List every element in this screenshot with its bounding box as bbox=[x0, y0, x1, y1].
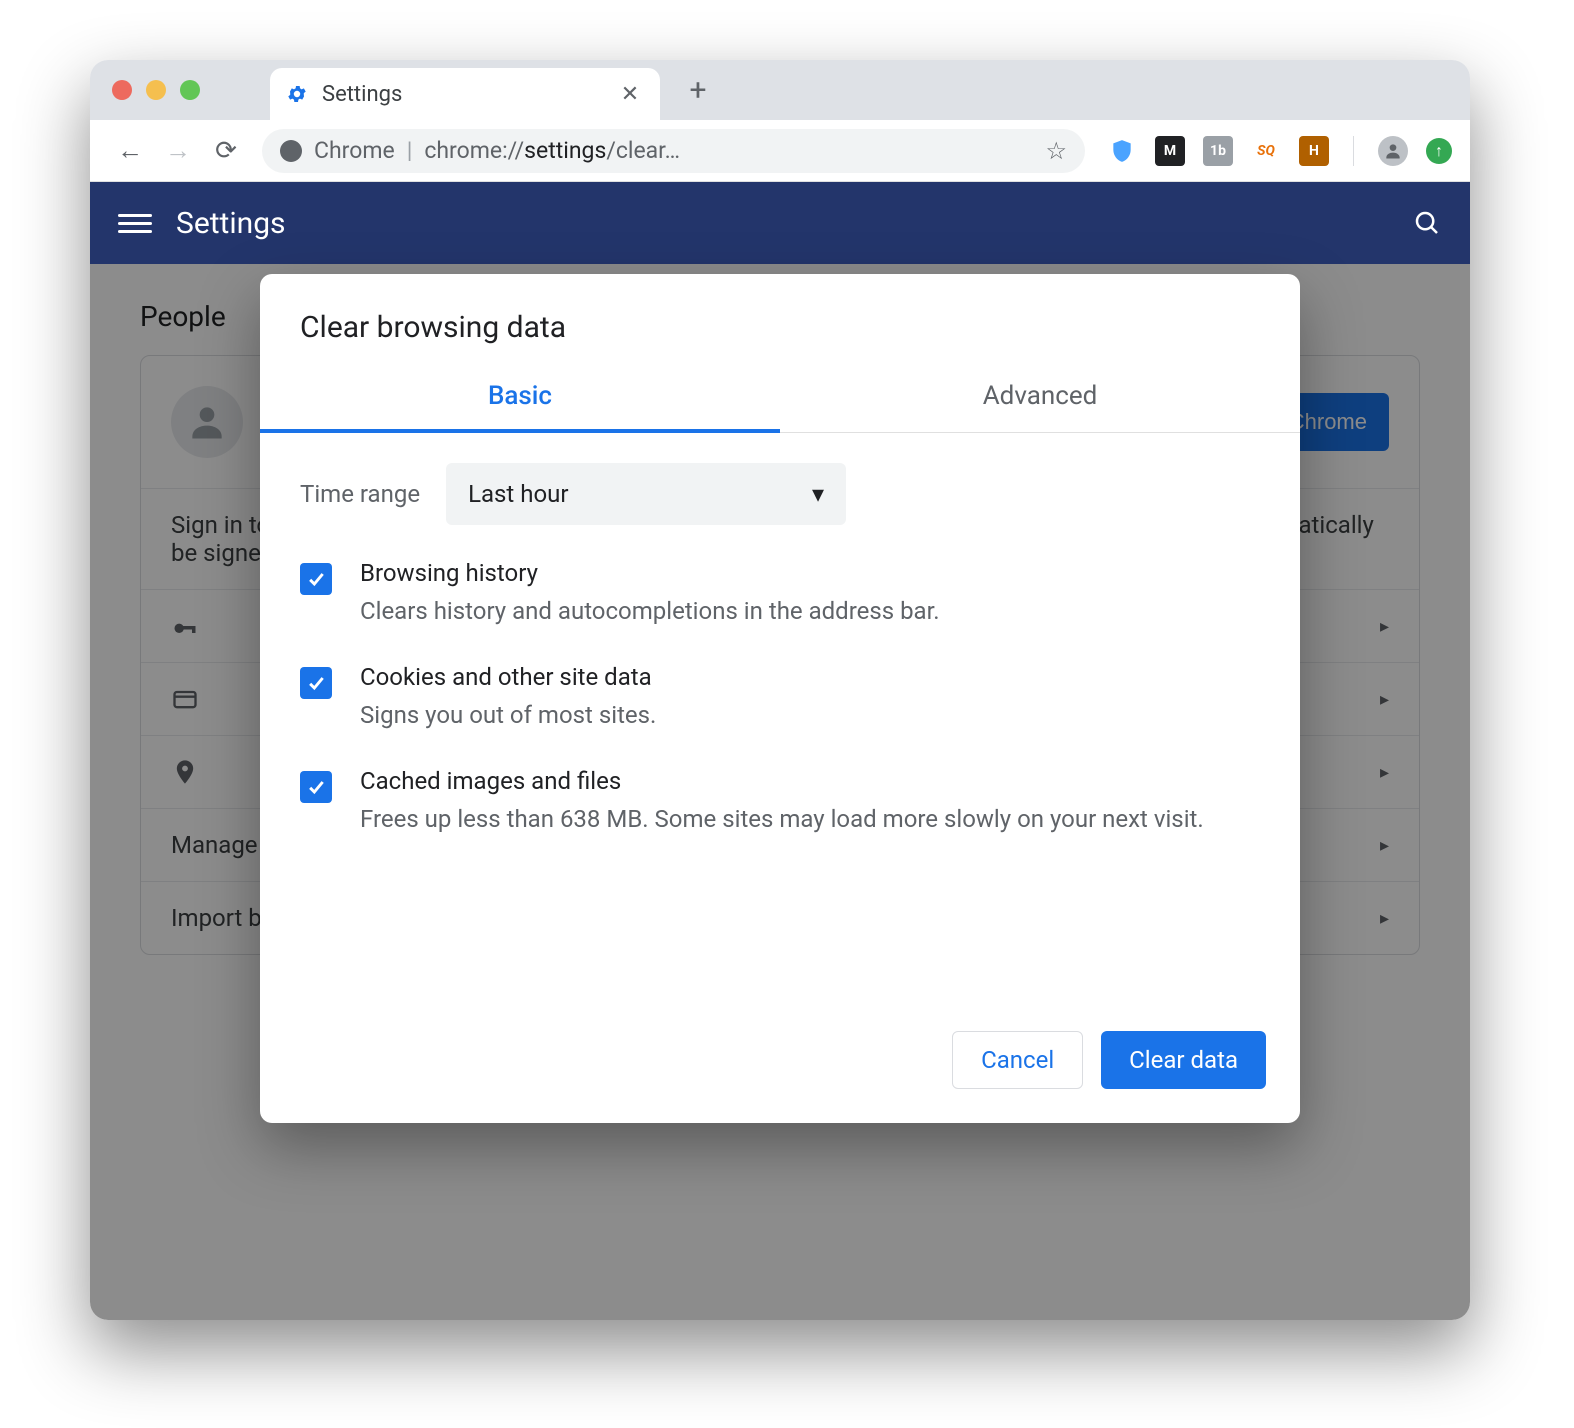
time-range-label: Time range bbox=[300, 480, 420, 508]
tab-strip: Settings ✕ + bbox=[90, 60, 1470, 120]
dialog-actions: Cancel Clear data bbox=[260, 881, 1300, 1099]
profile-avatar-button[interactable] bbox=[1378, 136, 1408, 166]
option-desc: Clears history and autocompletions in th… bbox=[360, 593, 940, 629]
gear-icon bbox=[286, 83, 308, 105]
url-display: chrome://settings/clear… bbox=[424, 137, 680, 164]
window-controls bbox=[112, 80, 200, 100]
back-button[interactable]: ← bbox=[108, 135, 152, 166]
tab-advanced[interactable]: Advanced bbox=[780, 363, 1300, 432]
checkbox-cached[interactable] bbox=[300, 771, 332, 803]
clear-browsing-data-dialog: Clear browsing data Basic Advanced Time … bbox=[260, 274, 1300, 1123]
extension-shield-icon[interactable] bbox=[1107, 136, 1137, 166]
extensions-row: M 1b SQ H ↑ bbox=[1099, 136, 1452, 166]
option-cached[interactable]: Cached images and files Frees up less th… bbox=[300, 767, 1260, 837]
product-label: Chrome bbox=[314, 137, 395, 164]
forward-button[interactable]: → bbox=[156, 135, 200, 166]
option-cookies[interactable]: Cookies and other site data Signs you ou… bbox=[300, 663, 1260, 733]
extension-1b-icon[interactable]: 1b bbox=[1203, 136, 1233, 166]
checkbox-browsing-history[interactable] bbox=[300, 563, 332, 595]
option-title: Cookies and other site data bbox=[360, 663, 656, 691]
settings-content: People Sign in to Chrome Sign in to get … bbox=[90, 264, 1470, 1320]
browser-tab[interactable]: Settings ✕ bbox=[270, 68, 660, 120]
checkbox-cookies[interactable] bbox=[300, 667, 332, 699]
option-desc: Signs you out of most sites. bbox=[360, 697, 656, 733]
close-window-button[interactable] bbox=[112, 80, 132, 100]
browser-toolbar: ← → ⟳ Chrome | chrome://settings/clear… … bbox=[90, 120, 1470, 182]
address-bar[interactable]: Chrome | chrome://settings/clear… ☆ bbox=[262, 129, 1085, 173]
dialog-body: Time range Last hour ▾ Browsing history … bbox=[260, 433, 1300, 881]
browser-window: Settings ✕ + ← → ⟳ Chrome | chrome://set… bbox=[90, 60, 1470, 1320]
time-range-value: Last hour bbox=[468, 480, 568, 508]
new-tab-button[interactable]: + bbox=[678, 73, 718, 108]
chevron-down-icon: ▾ bbox=[812, 480, 824, 508]
option-browsing-history[interactable]: Browsing history Clears history and auto… bbox=[300, 559, 1260, 629]
time-range-select[interactable]: Last hour ▾ bbox=[446, 463, 846, 525]
clear-data-button[interactable]: Clear data bbox=[1101, 1031, 1266, 1089]
tab-basic[interactable]: Basic bbox=[260, 363, 780, 433]
close-tab-button[interactable]: ✕ bbox=[616, 82, 644, 107]
extension-m-icon[interactable]: M bbox=[1155, 136, 1185, 166]
settings-title: Settings bbox=[176, 206, 286, 241]
cancel-button[interactable]: Cancel bbox=[952, 1031, 1083, 1089]
zoom-window-button[interactable] bbox=[180, 80, 200, 100]
option-desc: Frees up less than 638 MB. Some sites ma… bbox=[360, 801, 1204, 837]
search-icon[interactable] bbox=[1412, 208, 1442, 238]
dialog-tabs: Basic Advanced bbox=[260, 363, 1300, 433]
dialog-title: Clear browsing data bbox=[260, 274, 1300, 363]
minimize-window-button[interactable] bbox=[146, 80, 166, 100]
extension-h-icon[interactable]: H bbox=[1299, 136, 1329, 166]
bookmark-star-icon[interactable]: ☆ bbox=[1045, 137, 1067, 165]
extension-sq-icon[interactable]: SQ bbox=[1251, 136, 1281, 166]
settings-header: Settings bbox=[90, 182, 1470, 264]
site-identity-icon bbox=[280, 140, 302, 162]
tab-title: Settings bbox=[322, 82, 402, 107]
update-available-icon[interactable]: ↑ bbox=[1426, 138, 1452, 164]
option-title: Cached images and files bbox=[360, 767, 1204, 795]
option-title: Browsing history bbox=[360, 559, 940, 587]
reload-button[interactable]: ⟳ bbox=[204, 136, 248, 166]
menu-button[interactable] bbox=[118, 209, 152, 238]
